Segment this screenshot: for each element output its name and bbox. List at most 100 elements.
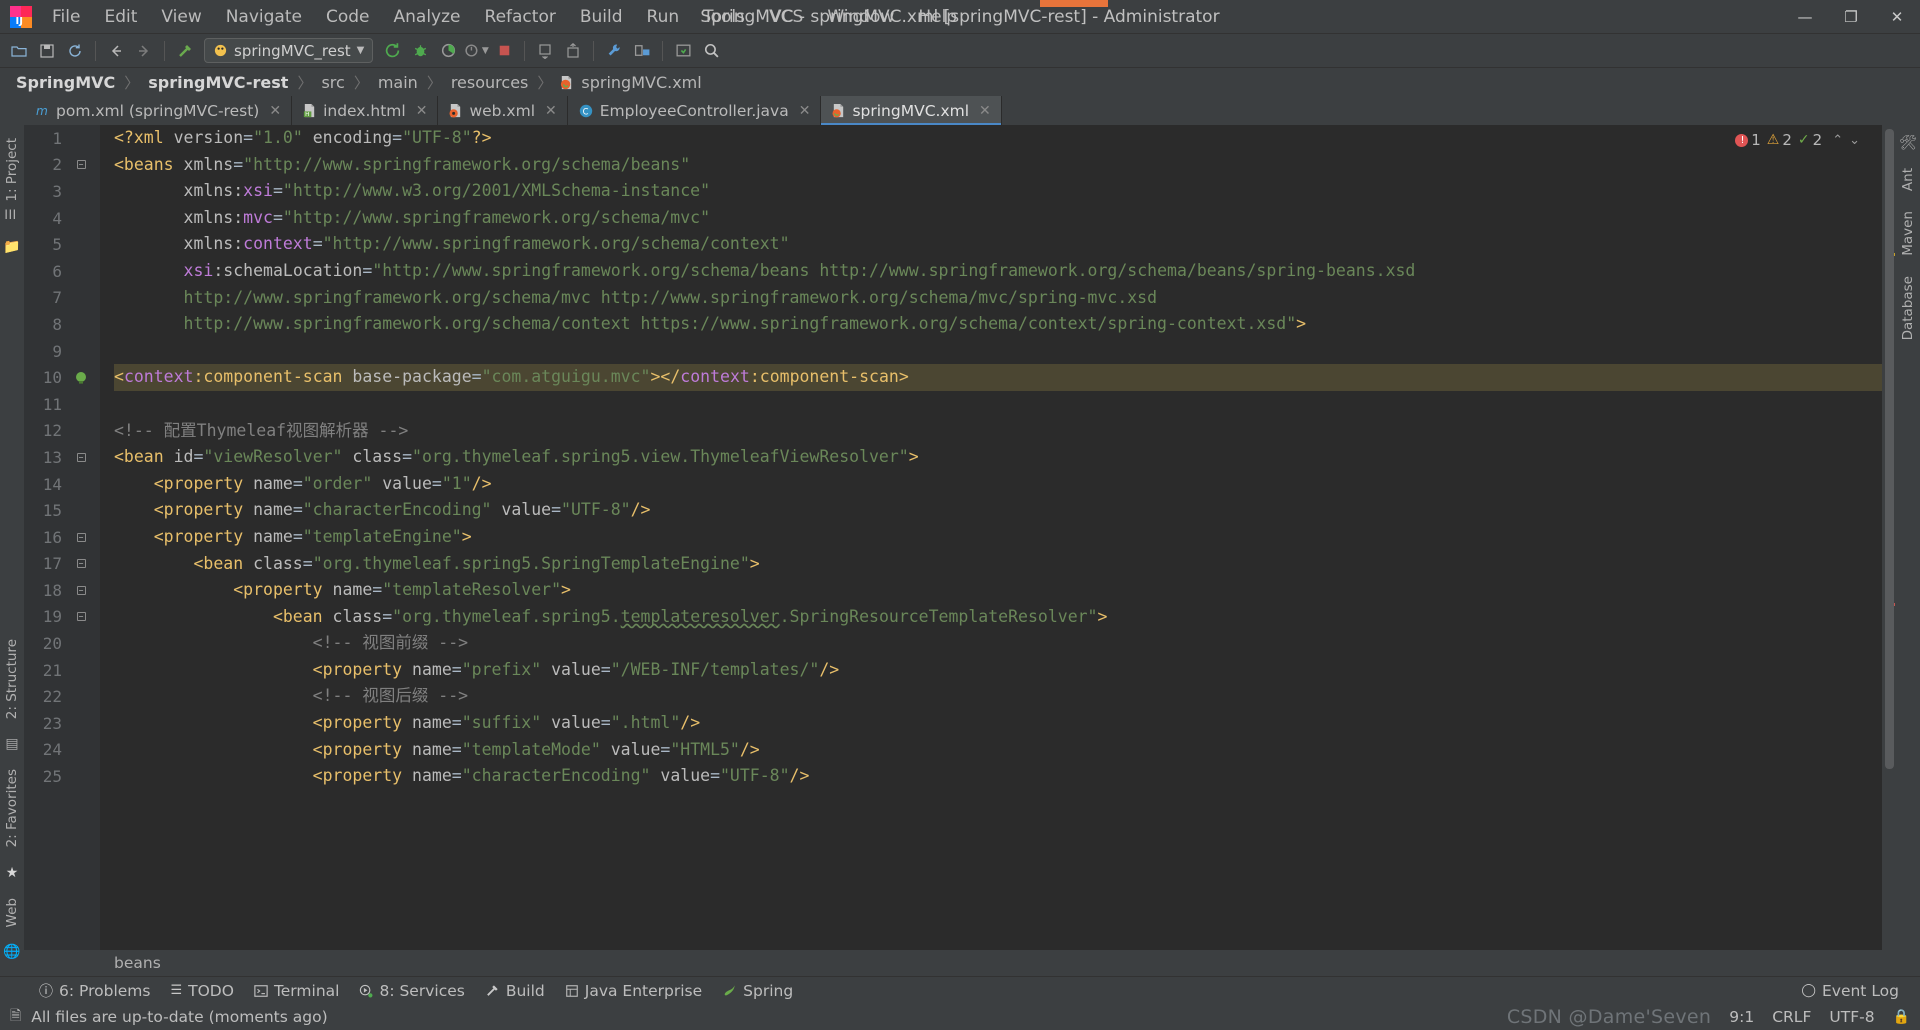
stop-icon[interactable] [491, 38, 517, 64]
tab-index-html[interactable]: H index.html ✕ [292, 96, 438, 125]
menu-tools[interactable]: Tools [691, 3, 757, 31]
file-encoding[interactable]: UTF-8 [1829, 1008, 1874, 1026]
build-hammer-icon[interactable] [172, 38, 198, 64]
inspection-widget[interactable]: ! 1 ⚠ 2 ✓ 2 ⌃ ⌄ [1735, 131, 1860, 149]
gutter-line[interactable]: 23 [24, 710, 100, 737]
scrollbar-thumb[interactable] [1885, 129, 1894, 769]
menu-window[interactable]: Window [815, 3, 906, 31]
rerun-icon[interactable] [379, 38, 405, 64]
weak-warning-count-chip[interactable]: ✓ 2 [1798, 131, 1822, 149]
gutter-line[interactable]: 16− [24, 524, 100, 551]
code-line[interactable]: <property name="templateMode" value="HTM… [114, 737, 1882, 764]
gutter-line[interactable]: 19− [24, 604, 100, 631]
gutter-line[interactable]: 21 [24, 657, 100, 684]
fold-collapse-icon[interactable]: − [77, 533, 86, 542]
code-line[interactable]: <!-- 视图前缀 --> [114, 630, 1882, 657]
chevron-down-icon[interactable]: ⌄ [1849, 133, 1860, 148]
menu-vcs[interactable]: VCS [757, 3, 815, 31]
close-icon[interactable]: ✕ [799, 103, 811, 119]
star-icon[interactable]: ★ [6, 859, 19, 887]
gutter-marker[interactable]: − [66, 453, 96, 462]
project-structure-icon[interactable] [629, 38, 655, 64]
ant-tool-icon[interactable]: 🛠 [1899, 129, 1917, 157]
menu-build[interactable]: Build [568, 3, 635, 31]
caret-position[interactable]: 9:1 [1729, 1008, 1754, 1026]
profile-icon[interactable]: ▼ [463, 38, 489, 64]
menu-code[interactable]: Code [314, 3, 382, 31]
code-line[interactable] [114, 338, 1882, 365]
gutter-line[interactable]: 1 [24, 125, 100, 152]
breadcrumb-item-src[interactable]: src [319, 73, 346, 92]
coverage-icon[interactable] [435, 38, 461, 64]
close-icon[interactable]: ✕ [979, 103, 991, 119]
gutter-line[interactable]: 6 [24, 258, 100, 285]
breadcrumb-item-file[interactable]: springMVC.xml [579, 73, 703, 92]
sidebar-item-structure[interactable]: 2: Structure [2, 630, 22, 728]
chevron-up-icon[interactable]: ⌃ [1832, 133, 1843, 148]
close-icon[interactable]: ✕ [545, 103, 557, 119]
search-everywhere-icon[interactable] [698, 38, 724, 64]
gutter-line[interactable]: 17− [24, 551, 100, 578]
code-line[interactable]: <property name="templateResolver"> [114, 577, 1882, 604]
code-line[interactable]: <?xml version="1.0" encoding="UTF-8"?> [114, 125, 1882, 152]
menu-refactor[interactable]: Refactor [473, 3, 568, 31]
line-separator[interactable]: CRLF [1772, 1008, 1811, 1026]
menu-run[interactable]: Run [635, 3, 692, 31]
tool-window-terminal[interactable]: Terminal [245, 979, 349, 1003]
code-line[interactable] [114, 391, 1882, 418]
gutter-marker[interactable]: − [66, 559, 96, 568]
gutter-line[interactable]: 5 [24, 231, 100, 258]
lock-icon[interactable]: 🔒 [1893, 1009, 1910, 1025]
tab-employee-controller[interactable]: C EmployeeController.java ✕ [568, 96, 822, 125]
code-line[interactable]: http://www.springframework.org/schema/mv… [114, 285, 1882, 312]
globe-icon[interactable]: 🌐 [3, 938, 20, 966]
tool-window-build[interactable]: Build [476, 979, 554, 1003]
sync-icon[interactable] [62, 38, 88, 64]
code-line[interactable]: xsi:schemaLocation="http://www.springfra… [114, 258, 1882, 285]
fold-collapse-icon[interactable]: − [77, 559, 86, 568]
chevron-down-icon[interactable]: ▼ [357, 45, 365, 56]
gutter-line[interactable]: 13− [24, 444, 100, 471]
gutter-marker[interactable]: − [66, 533, 96, 542]
structure-icon[interactable]: ▤ [5, 730, 18, 758]
code-line[interactable]: <property name="characterEncoding" value… [114, 763, 1882, 790]
breadcrumb-item-main[interactable]: main [376, 73, 420, 92]
gutter-line[interactable]: 20 [24, 630, 100, 657]
code-line[interactable]: <!-- 视图后缀 --> [114, 683, 1882, 710]
menu-help[interactable]: Help [906, 3, 969, 31]
open-folder-icon[interactable] [6, 38, 32, 64]
gutter-line[interactable]: 7 [24, 285, 100, 312]
gutter-line[interactable]: 14 [24, 471, 100, 498]
tool-window-spring[interactable]: Spring [713, 979, 802, 1003]
code-line[interactable]: <bean class="org.thymeleaf.spring5.templ… [114, 604, 1882, 631]
gutter-marker[interactable]: − [66, 586, 96, 595]
menu-view[interactable]: View [149, 3, 213, 31]
menu-file[interactable]: File [40, 3, 92, 31]
gutter-line[interactable]: 12 [24, 418, 100, 445]
close-button[interactable]: ✕ [1874, 0, 1920, 34]
gutter-marker[interactable] [66, 370, 96, 386]
select-in-icon[interactable] [670, 38, 696, 64]
gutter-line[interactable]: 3 [24, 178, 100, 205]
breadcrumb-item-resources[interactable]: resources [449, 73, 531, 92]
code-line[interactable]: <bean class="org.thymeleaf.spring5.Sprin… [114, 551, 1882, 578]
xml-path-breadcrumb[interactable]: beans [114, 954, 161, 972]
code-line[interactable]: <context:component-scan base-package="co… [114, 364, 1882, 391]
gutter-line[interactable]: 11 [24, 391, 100, 418]
menu-edit[interactable]: Edit [92, 3, 149, 31]
error-count-chip[interactable]: ! 1 [1735, 131, 1761, 149]
code-line[interactable]: <!-- 配置Thymeleaf视图解析器 --> [114, 418, 1882, 445]
debug-icon[interactable] [407, 38, 433, 64]
settings-wrench-icon[interactable] [601, 38, 627, 64]
gutter-line[interactable]: 25 [24, 763, 100, 790]
fold-collapse-icon[interactable]: − [77, 612, 86, 621]
gutter-line[interactable]: 9 [24, 338, 100, 365]
gutter-line[interactable]: 8 [24, 311, 100, 338]
tool-window-java-enterprise[interactable]: Java Enterprise [556, 979, 711, 1003]
gutter-line[interactable]: 10 [24, 364, 100, 391]
folder-tree-icon[interactable]: 📁 [3, 233, 20, 261]
tool-window-services[interactable]: 8: Services [350, 979, 473, 1003]
sidebar-item-database[interactable]: Database [1898, 267, 1918, 349]
gutter-line[interactable]: 4 [24, 205, 100, 232]
code-line[interactable]: <property name="templateEngine"> [114, 524, 1882, 551]
